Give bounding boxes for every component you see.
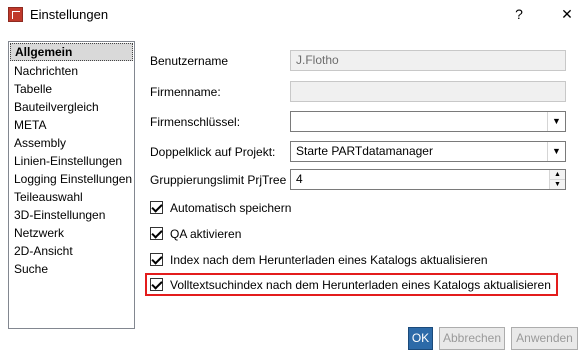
- qa-checkbox[interactable]: QA aktivieren: [150, 225, 241, 243]
- apply-button[interactable]: Anwenden: [511, 327, 578, 350]
- list-item-teileauswahl[interactable]: Teileauswahl: [9, 188, 134, 206]
- chevron-down-icon[interactable]: ▼: [547, 142, 565, 161]
- category-list[interactable]: Allgemein Nachrichten Tabelle Bauteilver…: [8, 41, 135, 329]
- qa-label: QA aktivieren: [170, 227, 242, 241]
- double-click-value: Starte PARTdatamanager: [296, 144, 433, 158]
- window-title: Einstellungen: [30, 7, 109, 22]
- username-field[interactable]: J.Flotho: [290, 50, 566, 71]
- username-label: Benutzername: [150, 54, 229, 68]
- auto-save-label: Automatisch speichern: [170, 201, 292, 215]
- double-click-dropdown[interactable]: Starte PARTdatamanager ▼: [290, 141, 566, 162]
- grouping-limit-label: Gruppierungslimit PrjTree: [150, 173, 287, 187]
- list-item-logging-einstellungen[interactable]: Logging Einstellungen: [9, 170, 134, 188]
- double-click-label: Doppelklick auf Projekt:: [150, 145, 276, 159]
- grouping-limit-spinbox[interactable]: 4 ▲ ▼: [290, 169, 566, 190]
- index-update-label: Index nach dem Herunterladen eines Katal…: [170, 253, 488, 267]
- list-item-2d-ansicht[interactable]: 2D-Ansicht: [9, 242, 134, 260]
- checkbox-icon[interactable]: [150, 201, 163, 215]
- company-key-label: Firmenschlüssel:: [150, 115, 241, 129]
- list-item-allgemein[interactable]: Allgemein: [10, 43, 133, 61]
- list-item-tabelle[interactable]: Tabelle: [9, 80, 134, 98]
- title-bar: Einstellungen ? ✕: [0, 0, 586, 30]
- grouping-limit-value: 4: [296, 172, 303, 186]
- company-name-field[interactable]: [290, 81, 566, 102]
- close-button[interactable]: ✕: [556, 3, 578, 25]
- fulltext-index-label: Volltextsuchindex nach dem Herunterladen…: [170, 278, 551, 292]
- cancel-button[interactable]: Abbrechen: [439, 327, 505, 350]
- list-item-bauteilvergleich[interactable]: Bauteilvergleich: [9, 98, 134, 116]
- fulltext-index-checkbox[interactable]: Volltextsuchindex nach dem Herunterladen…: [150, 276, 551, 294]
- list-item-linien-einstellungen[interactable]: Linien-Einstellungen: [9, 152, 134, 170]
- spinner: ▲ ▼: [549, 170, 565, 189]
- spin-down-icon[interactable]: ▼: [550, 180, 565, 189]
- list-item-netzwerk[interactable]: Netzwerk: [9, 224, 134, 242]
- list-item-assembly[interactable]: Assembly: [9, 134, 134, 152]
- checkbox-icon[interactable]: [150, 253, 163, 267]
- list-item-suche[interactable]: Suche: [9, 260, 134, 278]
- chevron-down-icon[interactable]: ▼: [547, 112, 565, 131]
- index-update-checkbox[interactable]: Index nach dem Herunterladen eines Katal…: [150, 251, 488, 269]
- list-item-3d-einstellungen[interactable]: 3D-Einstellungen: [9, 206, 134, 224]
- help-button[interactable]: ?: [508, 3, 530, 25]
- auto-save-checkbox[interactable]: Automatisch speichern: [150, 199, 291, 217]
- spin-up-icon[interactable]: ▲: [550, 170, 565, 180]
- checkbox-icon[interactable]: [150, 278, 163, 292]
- list-item-meta[interactable]: META: [9, 116, 134, 134]
- app-logo-icon: [8, 7, 23, 22]
- checkbox-icon[interactable]: [150, 227, 163, 241]
- ok-button[interactable]: OK: [408, 327, 433, 350]
- company-key-dropdown[interactable]: ▼: [290, 111, 566, 132]
- company-name-label: Firmenname:: [150, 85, 221, 99]
- list-item-nachrichten[interactable]: Nachrichten: [9, 62, 134, 80]
